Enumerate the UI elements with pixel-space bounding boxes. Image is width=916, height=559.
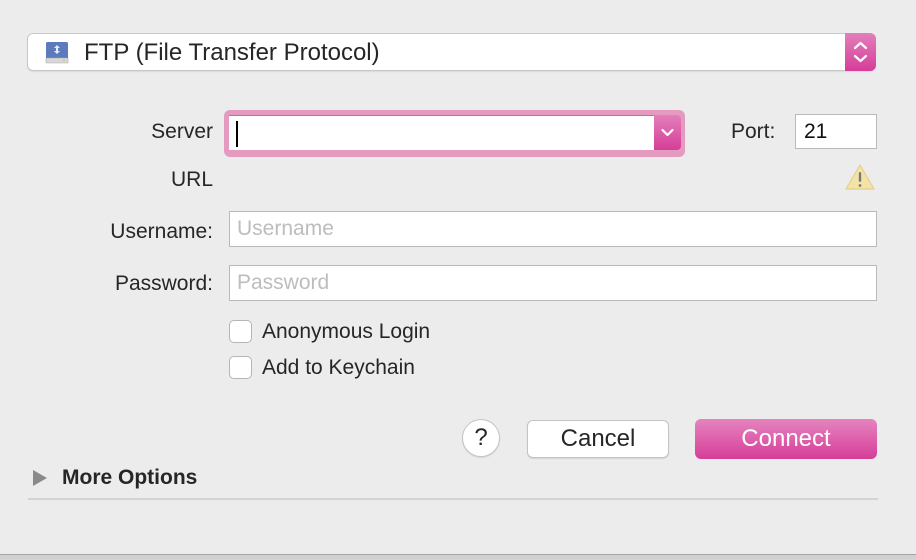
username-field[interactable]: Username [229, 211, 877, 247]
password-field[interactable]: Password [229, 265, 877, 301]
add-to-keychain-label[interactable]: Add to Keychain [262, 356, 415, 380]
divider [28, 498, 878, 500]
password-placeholder: Password [237, 271, 330, 294]
url-label: URL [170, 168, 213, 191]
help-button[interactable]: ? [462, 419, 500, 457]
window-bottom-edge [0, 554, 916, 559]
connect-button[interactable]: Connect [695, 419, 877, 459]
port-input[interactable]: 21 [795, 114, 877, 149]
chevron-down-icon [661, 128, 674, 137]
server-input[interactable] [229, 115, 654, 150]
server-label: Server [151, 120, 213, 143]
username-placeholder: Username [237, 217, 334, 240]
add-to-keychain-checkbox[interactable] [229, 356, 252, 379]
server-dropdown-button[interactable] [654, 115, 681, 150]
cancel-button[interactable]: Cancel [527, 420, 669, 458]
warning-icon [845, 164, 875, 190]
anonymous-login-label[interactable]: Anonymous Login [262, 320, 430, 344]
protocol-popup[interactable]: FTP (File Transfer Protocol) [27, 33, 876, 71]
username-label: Username: [110, 220, 213, 243]
anonymous-login-checkbox[interactable] [229, 320, 252, 343]
password-label: Password: [114, 272, 213, 295]
more-options-toggle[interactable]: More Options [62, 466, 197, 490]
protocol-stepper[interactable] [845, 33, 876, 71]
port-label: Port: [731, 120, 776, 143]
protocol-selected-label: FTP (File Transfer Protocol) [84, 39, 380, 66]
chevron-up-down-icon [853, 41, 868, 63]
network-drive-icon [45, 42, 69, 64]
disclosure-triangle-icon[interactable] [33, 470, 47, 486]
text-caret [236, 121, 238, 147]
